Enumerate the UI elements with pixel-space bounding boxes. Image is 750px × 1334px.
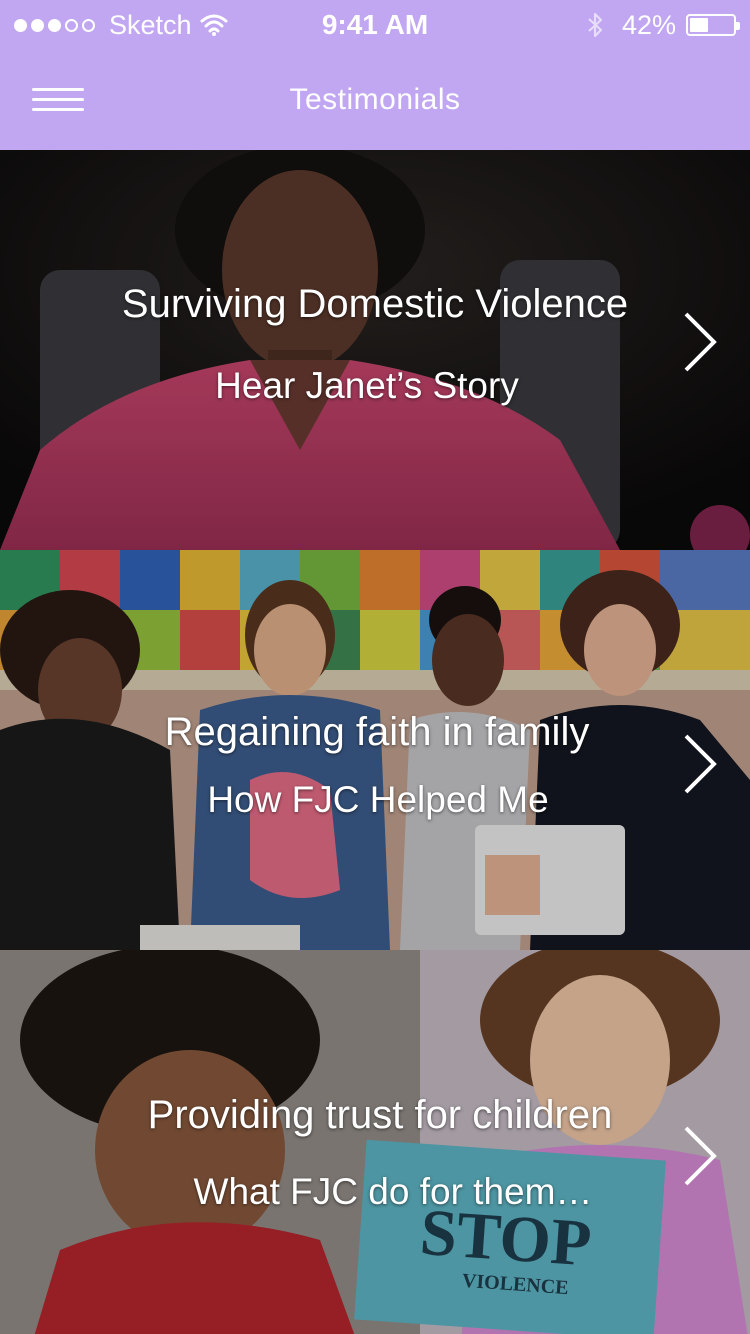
testimonial-card-janet[interactable]: Surviving Domestic Violence Hear Janet’s… — [0, 150, 750, 550]
card-subtitle: What FJC do for them… — [193, 1171, 593, 1212]
navigation-bar: Testimonials — [0, 50, 750, 150]
card-subtitle: How FJC Helped Me — [207, 779, 549, 820]
card-subtitle: Hear Janet’s Story — [215, 365, 519, 406]
chevron-right-icon — [684, 734, 717, 794]
battery-tip — [736, 22, 740, 30]
status-right: 42% — [586, 8, 740, 42]
chevron-right-icon — [684, 1126, 717, 1186]
battery-icon — [686, 14, 740, 36]
page-title: Testimonials — [289, 83, 461, 116]
chevron-right-icon — [684, 312, 717, 372]
card-overlay — [0, 150, 750, 550]
card-title: Regaining faith in family — [164, 710, 590, 754]
status-bar: Sketch 9:41 AM 42% — [0, 0, 750, 50]
testimonial-card-children[interactable]: STOP VIOLENCE Providing trust for childr… — [0, 950, 750, 1334]
bluetooth-icon — [588, 12, 603, 38]
card-title: Providing trust for children — [147, 1093, 613, 1137]
testimonial-card-family[interactable]: Regaining faith in family How FJC Helped… — [0, 550, 750, 950]
card-overlay — [0, 950, 750, 1334]
card-title: Surviving Domestic Violence — [121, 282, 629, 326]
battery-percent: 42% — [621, 9, 676, 40]
battery-level — [690, 18, 708, 32]
